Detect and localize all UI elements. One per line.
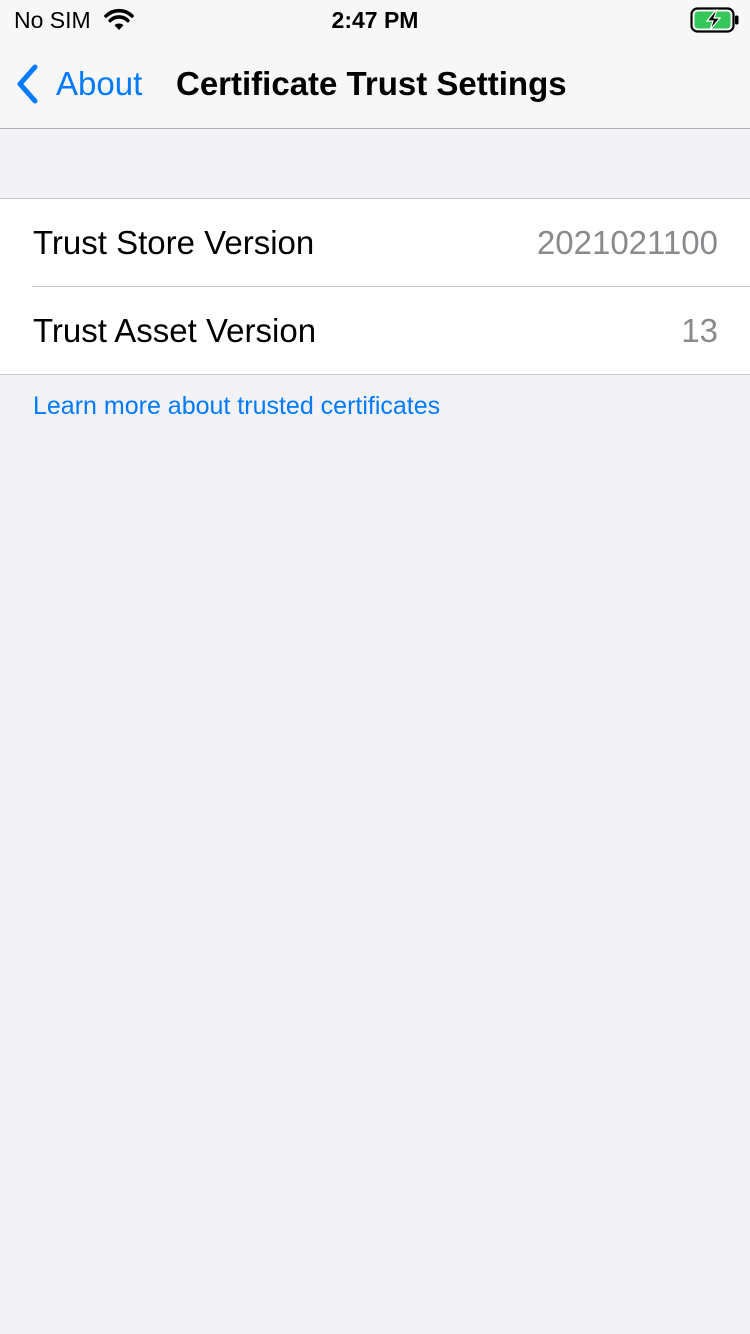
battery-charging-icon bbox=[690, 7, 740, 33]
navigation-bar: About Certificate Trust Settings bbox=[0, 40, 750, 128]
header: No SIM 2:47 PM About Certificate Trust S… bbox=[0, 0, 750, 129]
status-time: 2:47 PM bbox=[331, 7, 419, 33]
trust-asset-version-label: Trust Asset Version bbox=[33, 312, 317, 349]
trust-asset-version-row: Trust Asset Version 13 bbox=[32, 286, 750, 374]
page-title: Certificate Trust Settings bbox=[176, 65, 567, 102]
trust-store-version-row: Trust Store Version 2021021100 bbox=[0, 199, 750, 286]
trust-versions-group: Trust Store Version 2021021100 Trust Ass… bbox=[0, 198, 750, 375]
trust-store-version-label: Trust Store Version bbox=[33, 224, 315, 261]
chevron-left-icon bbox=[14, 64, 42, 104]
trust-asset-version-value: 13 bbox=[681, 312, 718, 349]
back-label: About bbox=[56, 65, 143, 102]
learn-more-link[interactable]: Learn more about trusted certificates bbox=[33, 389, 440, 423]
trust-store-version-value: 2021021100 bbox=[536, 224, 718, 261]
status-bar: No SIM 2:47 PM bbox=[0, 0, 750, 40]
back-button[interactable]: About bbox=[14, 62, 142, 106]
